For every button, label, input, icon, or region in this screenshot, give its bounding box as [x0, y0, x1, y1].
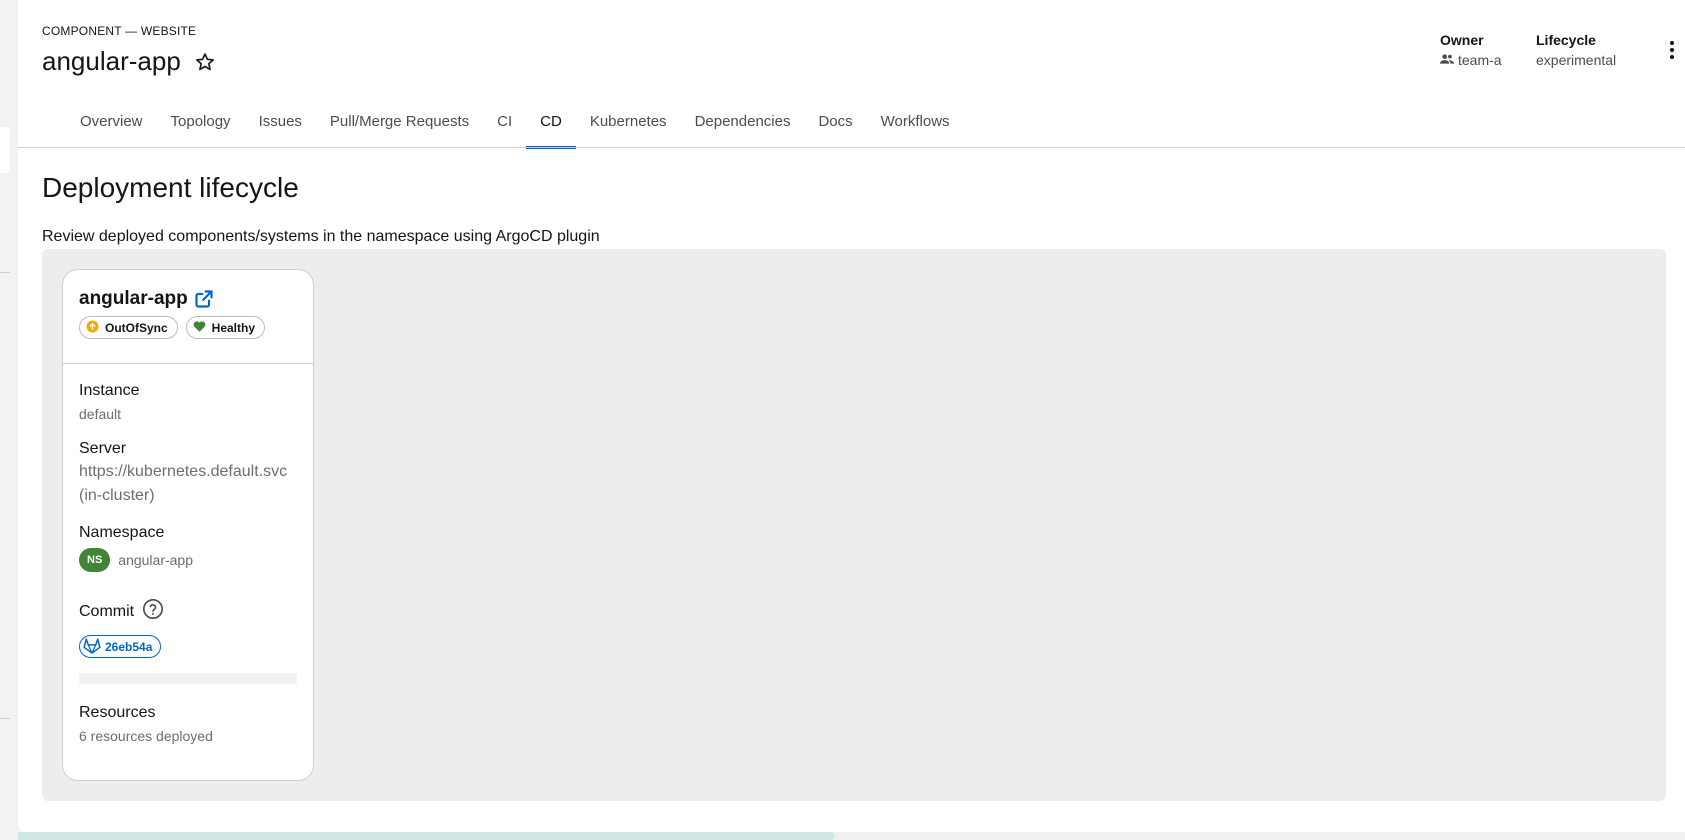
tab-kubernetes[interactable]: Kubernetes	[576, 104, 681, 148]
tab-cd[interactable]: CD	[526, 104, 576, 149]
tab-topology[interactable]: Topology	[157, 104, 245, 148]
card-header: angular-app OutOfSync Healthy	[63, 270, 313, 364]
tab-overview[interactable]: Overview	[66, 104, 157, 148]
app-title-row: angular-app	[79, 288, 297, 310]
lifecycle-value: experimental	[1536, 52, 1617, 68]
entity-page: COMPONENT — WEBSITE angular-app Owner te…	[18, 0, 1685, 832]
namespace-row: NS angular-app	[79, 548, 297, 572]
entity-header: COMPONENT — WEBSITE angular-app Owner te…	[42, 0, 1685, 149]
app-name: angular-app	[79, 288, 188, 309]
tabs-divider	[18, 147, 1685, 148]
namespace-badge: NS	[79, 548, 111, 572]
server-value: https://kubernetes.default.svc (in-clust…	[79, 463, 288, 504]
page-title: angular-app	[42, 46, 181, 76]
health-status-label: Healthy	[211, 320, 256, 335]
commit-label-row: Commit	[79, 598, 297, 625]
users-icon	[1440, 52, 1454, 68]
health-status-chip[interactable]: Healthy	[185, 316, 266, 339]
instance-value: default	[79, 406, 122, 422]
tab-issues[interactable]: Issues	[245, 104, 316, 148]
namespace-value: angular-app	[118, 552, 194, 568]
lifecycle-label: Lifecycle	[1536, 32, 1596, 48]
sync-status-label: OutOfSync	[105, 320, 168, 335]
tab-dependencies[interactable]: Dependencies	[681, 104, 805, 148]
resources-value: 6 resources deployed	[79, 727, 213, 744]
arrow-up-circle-icon	[86, 320, 99, 336]
owner-value[interactable]: team-a	[1440, 52, 1502, 68]
sidebar-collapsed-item[interactable]	[0, 127, 10, 173]
gitlab-icon	[83, 637, 101, 657]
tab-workflows[interactable]: Workflows	[867, 104, 964, 148]
lifecycle-meta: Lifecycle experimental	[1536, 32, 1616, 68]
star-icon[interactable]	[193, 50, 217, 74]
rail-divider	[0, 718, 10, 719]
server-label: Server	[79, 440, 127, 457]
heart-icon	[193, 320, 206, 335]
entity-kind: COMPONENT — WEBSITE	[42, 24, 197, 38]
tab-ci[interactable]: CI	[483, 104, 526, 148]
tab-pull-merge-requests[interactable]: Pull/Merge Requests	[316, 104, 483, 148]
owner-name: team-a	[1458, 52, 1502, 68]
title-row: angular-app	[42, 46, 217, 77]
owner-meta: Owner team-a	[1440, 32, 1502, 68]
sync-status-chip[interactable]: OutOfSync	[79, 316, 178, 339]
rail-divider	[0, 272, 10, 273]
tab-docs[interactable]: Docs	[804, 104, 866, 148]
section-heading: Deployment lifecycle	[42, 172, 299, 203]
deployments-panel: angular-app OutOfSync Healthy Instance d…	[42, 249, 1666, 801]
commit-label: Commit	[79, 602, 135, 620]
external-link-icon[interactable]	[194, 289, 214, 309]
kebab-menu-icon[interactable]	[1662, 38, 1682, 62]
namespace-label: Namespace	[79, 524, 165, 541]
commit-message-placeholder	[79, 672, 297, 684]
deployment-card[interactable]: angular-app OutOfSync Healthy Instance d…	[62, 269, 314, 781]
instance-label: Instance	[79, 382, 140, 399]
status-chips: OutOfSync Healthy	[79, 316, 297, 339]
card-body: Instance default Server https://kubernet…	[63, 364, 313, 744]
owner-label: Owner	[1440, 32, 1484, 48]
question-circle-icon[interactable]	[142, 598, 164, 625]
horizontal-scrollbar-thumb[interactable]	[18, 832, 834, 840]
resources-label: Resources	[79, 703, 156, 721]
section-description: Review deployed components/systems in th…	[42, 228, 600, 245]
left-rail	[0, 0, 18, 840]
commit-sha: 26eb54a	[105, 639, 153, 654]
commit-chip[interactable]: 26eb54a	[79, 635, 162, 658]
tab-bar: Overview Topology Issues Pull/Merge Requ…	[66, 104, 964, 149]
